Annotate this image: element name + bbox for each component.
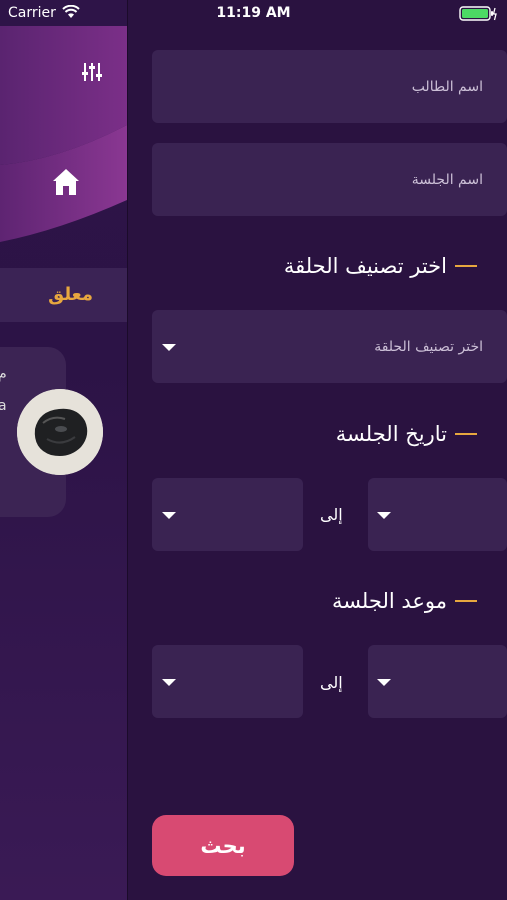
date-heading-text: تاريخ الجلسة (335, 422, 447, 446)
dropdown-arrow-icon (377, 512, 391, 519)
tab-pending-label: معلق (48, 284, 93, 305)
time-to-label: إلى (320, 673, 343, 692)
status-bar: Carrier 11:19 AM (0, 0, 507, 26)
category-heading-text: اختر تصنيف الحلقة (283, 254, 447, 278)
student-name-input[interactable]: اسم الطالب (152, 50, 507, 123)
side-drawer: معلق م a (0, 0, 127, 900)
date-from-select[interactable] (368, 478, 507, 551)
date-to-select[interactable] (152, 478, 303, 551)
panel-divider (127, 0, 128, 900)
session-name-placeholder: اسم الجلسة (411, 171, 483, 188)
date-heading: تاريخ الجلسة (336, 418, 477, 450)
date-to-label: إلى (320, 505, 343, 524)
session-name-input[interactable]: اسم الجلسة (152, 143, 507, 216)
tab-pending[interactable]: معلق (0, 268, 127, 322)
time-from-select[interactable] (368, 645, 507, 718)
heading-accent-bar (455, 433, 477, 435)
battery-icon (459, 6, 497, 26)
category-select[interactable]: اختر تصنيف الحلقة (152, 310, 507, 383)
clock: 11:19 AM (216, 5, 291, 21)
home-icon[interactable] (50, 166, 82, 198)
card-text: م (0, 366, 7, 382)
dropdown-arrow-icon (162, 344, 176, 351)
dropdown-arrow-icon (162, 679, 176, 686)
dropdown-arrow-icon (377, 679, 391, 686)
time-to-select[interactable] (152, 645, 303, 718)
heading-accent-bar (455, 265, 477, 267)
dropdown-arrow-icon (162, 512, 176, 519)
heading-accent-bar (455, 600, 477, 602)
category-select-placeholder: اختر تصنيف الحلقة (374, 338, 483, 355)
avatar (17, 389, 103, 475)
header-wave-background (0, 26, 127, 242)
card-text: a (0, 398, 7, 414)
time-heading-text: موعد الجلسة (331, 589, 447, 613)
time-heading: موعد الجلسة (332, 585, 477, 617)
student-name-placeholder: اسم الطالب (411, 78, 483, 95)
search-button[interactable]: بحث (152, 815, 294, 876)
filter-sliders-icon[interactable] (80, 60, 104, 84)
category-heading: اختر تصنيف الحلقة (284, 250, 477, 282)
